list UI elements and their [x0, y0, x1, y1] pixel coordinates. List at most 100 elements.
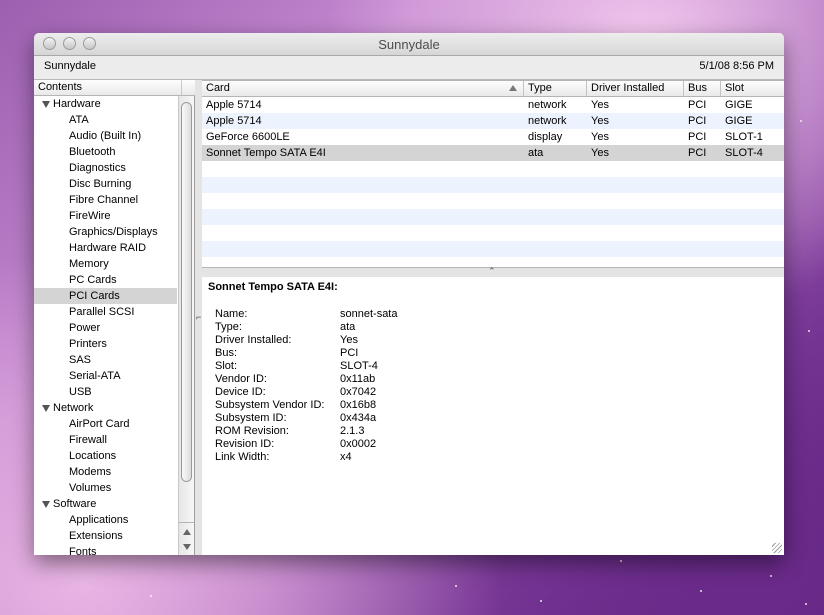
vertical-splitter[interactable]: ⌐ [195, 80, 202, 555]
table-cell: GIGE [725, 99, 753, 111]
disclosure-triangle-icon[interactable] [42, 404, 50, 412]
sidebar-category[interactable]: Network [34, 400, 177, 416]
sidebar-item[interactable]: Firewall [34, 432, 177, 448]
property-row: Subsystem ID: 0x434a [215, 412, 397, 425]
property-key: Driver Installed: [215, 334, 292, 346]
sidebar-item[interactable]: PCI Cards [34, 288, 177, 304]
sidebar-item-label: Memory [69, 258, 109, 270]
column-header-slot[interactable]: Slot [721, 81, 784, 96]
sidebar-item[interactable]: Locations [34, 448, 177, 464]
sidebar-item[interactable]: USB [34, 384, 177, 400]
timestamp: 5/1/08 8:56 PM [699, 60, 774, 72]
detail-pane: Sonnet Tempo SATA E4I: Name: sonnet-sata T… [202, 277, 784, 555]
sidebar-item[interactable]: Serial-ATA [34, 368, 177, 384]
sidebar-item[interactable]: FireWire [34, 208, 177, 224]
sidebar-header[interactable]: Contents [34, 80, 181, 96]
sidebar-item[interactable]: Parallel SCSI [34, 304, 177, 320]
table-row[interactable] [202, 209, 784, 225]
property-row: Name: sonnet-sata [215, 308, 397, 321]
sidebar-item-label: SAS [69, 354, 92, 366]
scrollbar-thumb[interactable] [181, 102, 192, 482]
table-cell: Yes [591, 99, 609, 111]
sidebar-item-label: PC Cards [69, 274, 117, 286]
sidebar-item-label: Disc Burning [69, 178, 132, 190]
sidebar-item[interactable]: Fonts [34, 544, 177, 555]
table-row[interactable]: Apple 5714 network Yes PCI GIGE [202, 113, 784, 129]
sidebar-item[interactable]: Memory [34, 256, 177, 272]
disclosure-triangle-icon[interactable] [42, 100, 50, 108]
table-cell: display [528, 131, 563, 143]
property-key: ROM Revision: [215, 425, 289, 437]
property-row: ROM Revision: 2.1.3 [215, 425, 397, 438]
property-key: Revision ID: [215, 438, 275, 450]
table-row[interactable]: Sonnet Tempo SATA E4I ata Yes PCI SLOT-4 [202, 145, 784, 161]
sidebar-item-label: Parallel SCSI [69, 306, 135, 318]
property-value: 0x7042 [340, 386, 377, 398]
sidebar-item-label: Applications [69, 514, 129, 526]
sidebar-item[interactable]: Disc Burning [34, 176, 177, 192]
sidebar-item[interactable]: Fibre Channel [34, 192, 177, 208]
scroll-down-icon[interactable] [183, 544, 191, 550]
table-cell: Apple 5714 [206, 115, 262, 127]
property-key: Name: [215, 308, 248, 320]
sidebar-item[interactable]: AirPort Card [34, 416, 177, 432]
sidebar-item[interactable]: Applications [34, 512, 177, 528]
sidebar-item[interactable]: SAS [34, 352, 177, 368]
column-header-type[interactable]: Type [524, 81, 587, 96]
property-key: Slot: [215, 360, 238, 372]
table-row[interactable] [202, 161, 784, 177]
table-cell: SLOT-4 [725, 147, 763, 159]
splitter-grip-icon[interactable]: ⌐ [196, 312, 201, 322]
property-value: 0x434a [340, 412, 377, 424]
sidebar-category[interactable]: Software [34, 496, 177, 512]
property-row: Driver Installed: Yes [215, 334, 397, 347]
sidebar-item[interactable]: Hardware RAID [34, 240, 177, 256]
sidebar-item[interactable]: Graphics/Displays [34, 224, 177, 240]
table-cell: GeForce 6600LE [206, 131, 290, 143]
column-header-card[interactable]: Card [202, 81, 524, 96]
sort-ascending-icon [509, 85, 517, 91]
table-row[interactable]: GeForce 6600LE display Yes PCI SLOT-1 [202, 129, 784, 145]
table-cell: network [528, 115, 567, 127]
sidebar-scrollbar[interactable] [178, 96, 194, 555]
sidebar-item-label: Firewall [69, 434, 107, 446]
sidebar-item[interactable]: Bluetooth [34, 144, 177, 160]
detail-title: Sonnet Tempo SATA E4I: [208, 281, 338, 293]
sidebar-list[interactable]: Hardware ATA Audio (Built In) Bluetooth Diag… [34, 96, 177, 555]
title-bar[interactable]: Sunnydale [34, 33, 784, 56]
table-row[interactable] [202, 177, 784, 193]
table-cell: PCI [688, 131, 707, 143]
sidebar-category[interactable]: Hardware [34, 96, 177, 112]
scroll-arrows[interactable] [179, 522, 194, 555]
column-header-bus[interactable]: Bus [684, 81, 721, 96]
sidebar-item[interactable]: ATA [34, 112, 177, 128]
sidebar-item-label: FireWire [69, 210, 111, 222]
table-row[interactable]: Apple 5714 network Yes PCI GIGE [202, 97, 784, 113]
sidebar-item[interactable]: Printers [34, 336, 177, 352]
property-key: Vendor ID: [215, 373, 267, 385]
sidebar-item[interactable]: Modems [34, 464, 177, 480]
table-cell: PCI [688, 99, 707, 111]
table-row[interactable] [202, 193, 784, 209]
sidebar-item-label: Graphics/Displays [69, 226, 158, 238]
splitter-grip-icon[interactable]: ⌃ [488, 266, 496, 277]
property-row: Subsystem Vendor ID: 0x16b8 [215, 399, 397, 412]
property-key: Type: [215, 321, 242, 333]
sidebar-item[interactable]: Extensions [34, 528, 177, 544]
property-row: Revision ID: 0x0002 [215, 438, 397, 451]
sidebar-item[interactable]: PC Cards [34, 272, 177, 288]
sidebar-item[interactable]: Power [34, 320, 177, 336]
column-header-driver-installed[interactable]: Driver Installed [587, 81, 684, 96]
resize-grip-icon[interactable] [772, 543, 782, 553]
sidebar-item[interactable]: Volumes [34, 480, 177, 496]
sidebar-item-label: Fonts [69, 546, 97, 555]
table-cell: network [528, 99, 567, 111]
sidebar-item-label: PCI Cards [69, 290, 120, 302]
table-row[interactable] [202, 225, 784, 241]
disclosure-triangle-icon[interactable] [42, 500, 50, 508]
table-row[interactable] [202, 241, 784, 257]
scroll-up-icon[interactable] [183, 529, 191, 535]
sidebar-item[interactable]: Audio (Built In) [34, 128, 177, 144]
system-profiler-window: Sunnydale Sunnydale 5/1/08 8:56 PM Conte… [34, 33, 784, 555]
sidebar-item[interactable]: Diagnostics [34, 160, 177, 176]
